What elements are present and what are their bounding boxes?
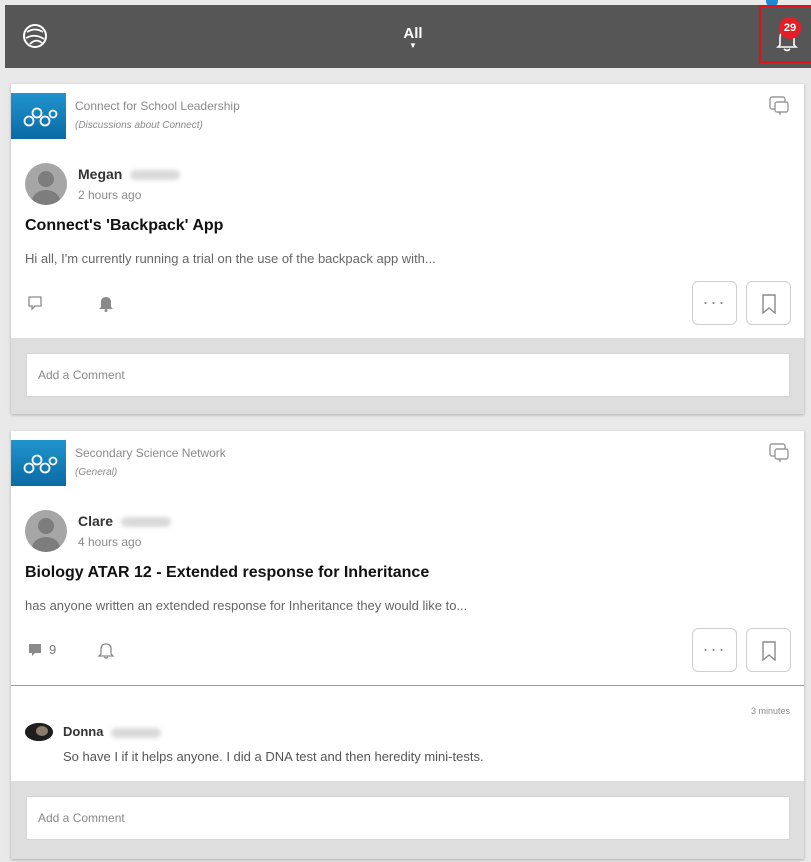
bell-icon[interactable] (97, 294, 115, 312)
notification-count-badge: 29 (779, 17, 801, 39)
chevron-down-icon: ▼ (409, 41, 417, 50)
group-avatar[interactable] (11, 93, 66, 139)
molecule-icon (23, 107, 58, 127)
chat-bubble-icon[interactable] (768, 442, 790, 464)
more-icon: ··· (702, 639, 727, 659)
avatar[interactable] (25, 723, 53, 741)
divider (11, 685, 804, 686)
post-excerpt: Hi all, I'm currently running a trial on… (25, 251, 436, 266)
post-time: 2 hours ago (78, 188, 142, 202)
notifications-button[interactable]: 29 (759, 5, 811, 63)
avatar[interactable] (25, 163, 67, 205)
group-name[interactable]: Secondary Science Network (75, 446, 226, 460)
post-title[interactable]: Biology ATAR 12 - Extended response for … (25, 564, 429, 582)
user-photo-icon (25, 723, 53, 741)
top-bar: All ▼ 29 (5, 5, 811, 68)
post-time: 4 hours ago (78, 535, 142, 549)
group-category: (General) (75, 467, 118, 478)
reply-count: 9 (49, 642, 57, 657)
group-name[interactable]: Connect for School Leadership (75, 99, 240, 113)
add-comment-input[interactable]: Add a Comment (26, 353, 790, 397)
chat-bubble-icon[interactable] (768, 95, 790, 117)
more-options-button[interactable]: ··· (692, 281, 737, 325)
group-avatar[interactable] (11, 440, 66, 486)
user-silhouette-icon (32, 171, 60, 205)
user-silhouette-icon (32, 518, 60, 552)
post-excerpt: has anyone written an extended response … (25, 598, 468, 613)
add-comment-input[interactable]: Add a Comment (26, 796, 790, 840)
comment-area: Add a Comment (11, 781, 804, 859)
post-title[interactable]: Connect's 'Backpack' App (25, 217, 223, 235)
bookmark-icon (762, 641, 776, 661)
post-author[interactable]: Clare (78, 513, 172, 529)
app-logo-icon[interactable] (22, 23, 48, 49)
more-options-button[interactable]: ··· (692, 628, 737, 672)
comment-icon[interactable] (27, 642, 43, 658)
post-card: Secondary Science Network (General) Clar… (11, 431, 804, 859)
post-card: Connect for School Leadership (Discussio… (11, 84, 804, 414)
more-icon: ··· (702, 292, 727, 312)
comment-icon[interactable] (27, 295, 43, 311)
bookmark-button[interactable] (746, 628, 791, 672)
group-category: (Discussions about Connect) (75, 120, 203, 131)
reply-time: 3 minutes (750, 706, 790, 716)
comment-area: Add a Comment (11, 338, 804, 414)
feed-filter-dropdown[interactable]: All ▼ (397, 25, 429, 50)
reply-text: So have I if it helps anyone. I did a DN… (63, 749, 484, 764)
bookmark-icon (762, 294, 776, 314)
bell-icon[interactable] (97, 641, 115, 659)
molecule-icon (23, 454, 58, 474)
post-author[interactable]: Megan (78, 166, 181, 182)
feed-filter-label: All (403, 25, 423, 42)
avatar[interactable] (25, 510, 67, 552)
reply-author[interactable]: Donna (63, 724, 162, 739)
bookmark-button[interactable] (746, 281, 791, 325)
